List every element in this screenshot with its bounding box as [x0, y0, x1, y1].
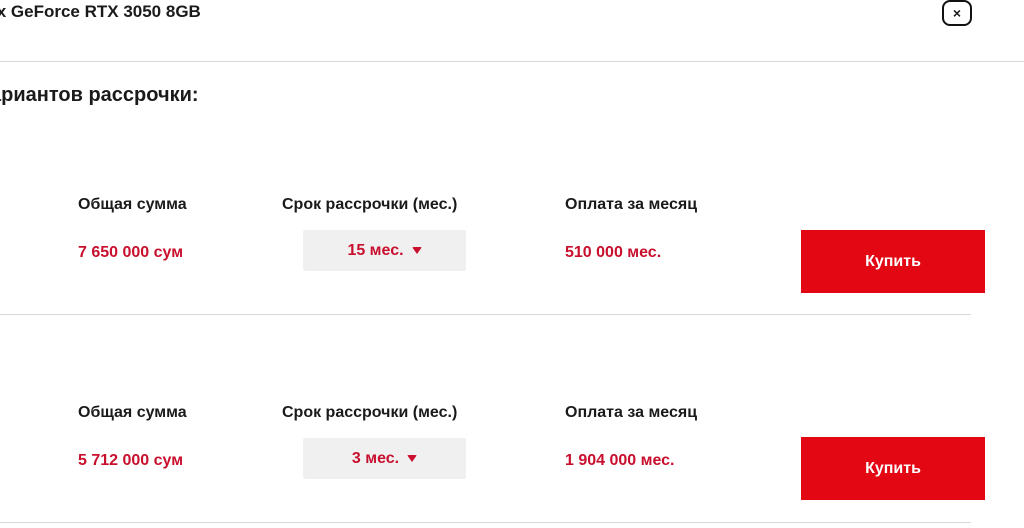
- close-button[interactable]: ×: [942, 0, 972, 26]
- row-divider: [0, 314, 971, 315]
- monthly-value: 510 000 мес.: [565, 244, 662, 261]
- total-value: 5 712 000 сум: [78, 452, 184, 469]
- total-label: Общая сумма: [78, 196, 187, 213]
- term-select[interactable]: 15 мес.: [303, 230, 466, 271]
- monthly-value: 1 904 000 мес.: [565, 452, 675, 469]
- chevron-down-icon: [411, 247, 422, 254]
- term-select[interactable]: 3 мес.: [303, 438, 466, 479]
- row-divider: [0, 522, 971, 523]
- buy-button[interactable]: Купить: [801, 437, 985, 500]
- term-value: 15 мес.: [347, 241, 404, 259]
- installment-modal: ix GeForce RTX 3050 8GB × ариантов расср…: [0, 0, 1024, 528]
- total-value: 7 650 000 сум: [78, 244, 184, 261]
- total-label: Общая сумма: [78, 404, 187, 421]
- term-value: 3 мес.: [351, 449, 400, 467]
- buy-button[interactable]: Купить: [801, 230, 985, 293]
- monthly-label: Оплата за месяц: [565, 404, 698, 421]
- installment-options-heading: ариантов рассрочки:: [0, 84, 199, 106]
- term-label: Срок рассрочки (мес.): [282, 196, 458, 213]
- monthly-label: Оплата за месяц: [565, 196, 698, 213]
- header-divider: [0, 61, 1024, 62]
- modal-title: ix GeForce RTX 3050 8GB: [0, 2, 201, 21]
- term-label: Срок рассрочки (мес.): [282, 404, 458, 421]
- chevron-down-icon: [407, 455, 418, 462]
- close-icon: ×: [952, 5, 962, 21]
